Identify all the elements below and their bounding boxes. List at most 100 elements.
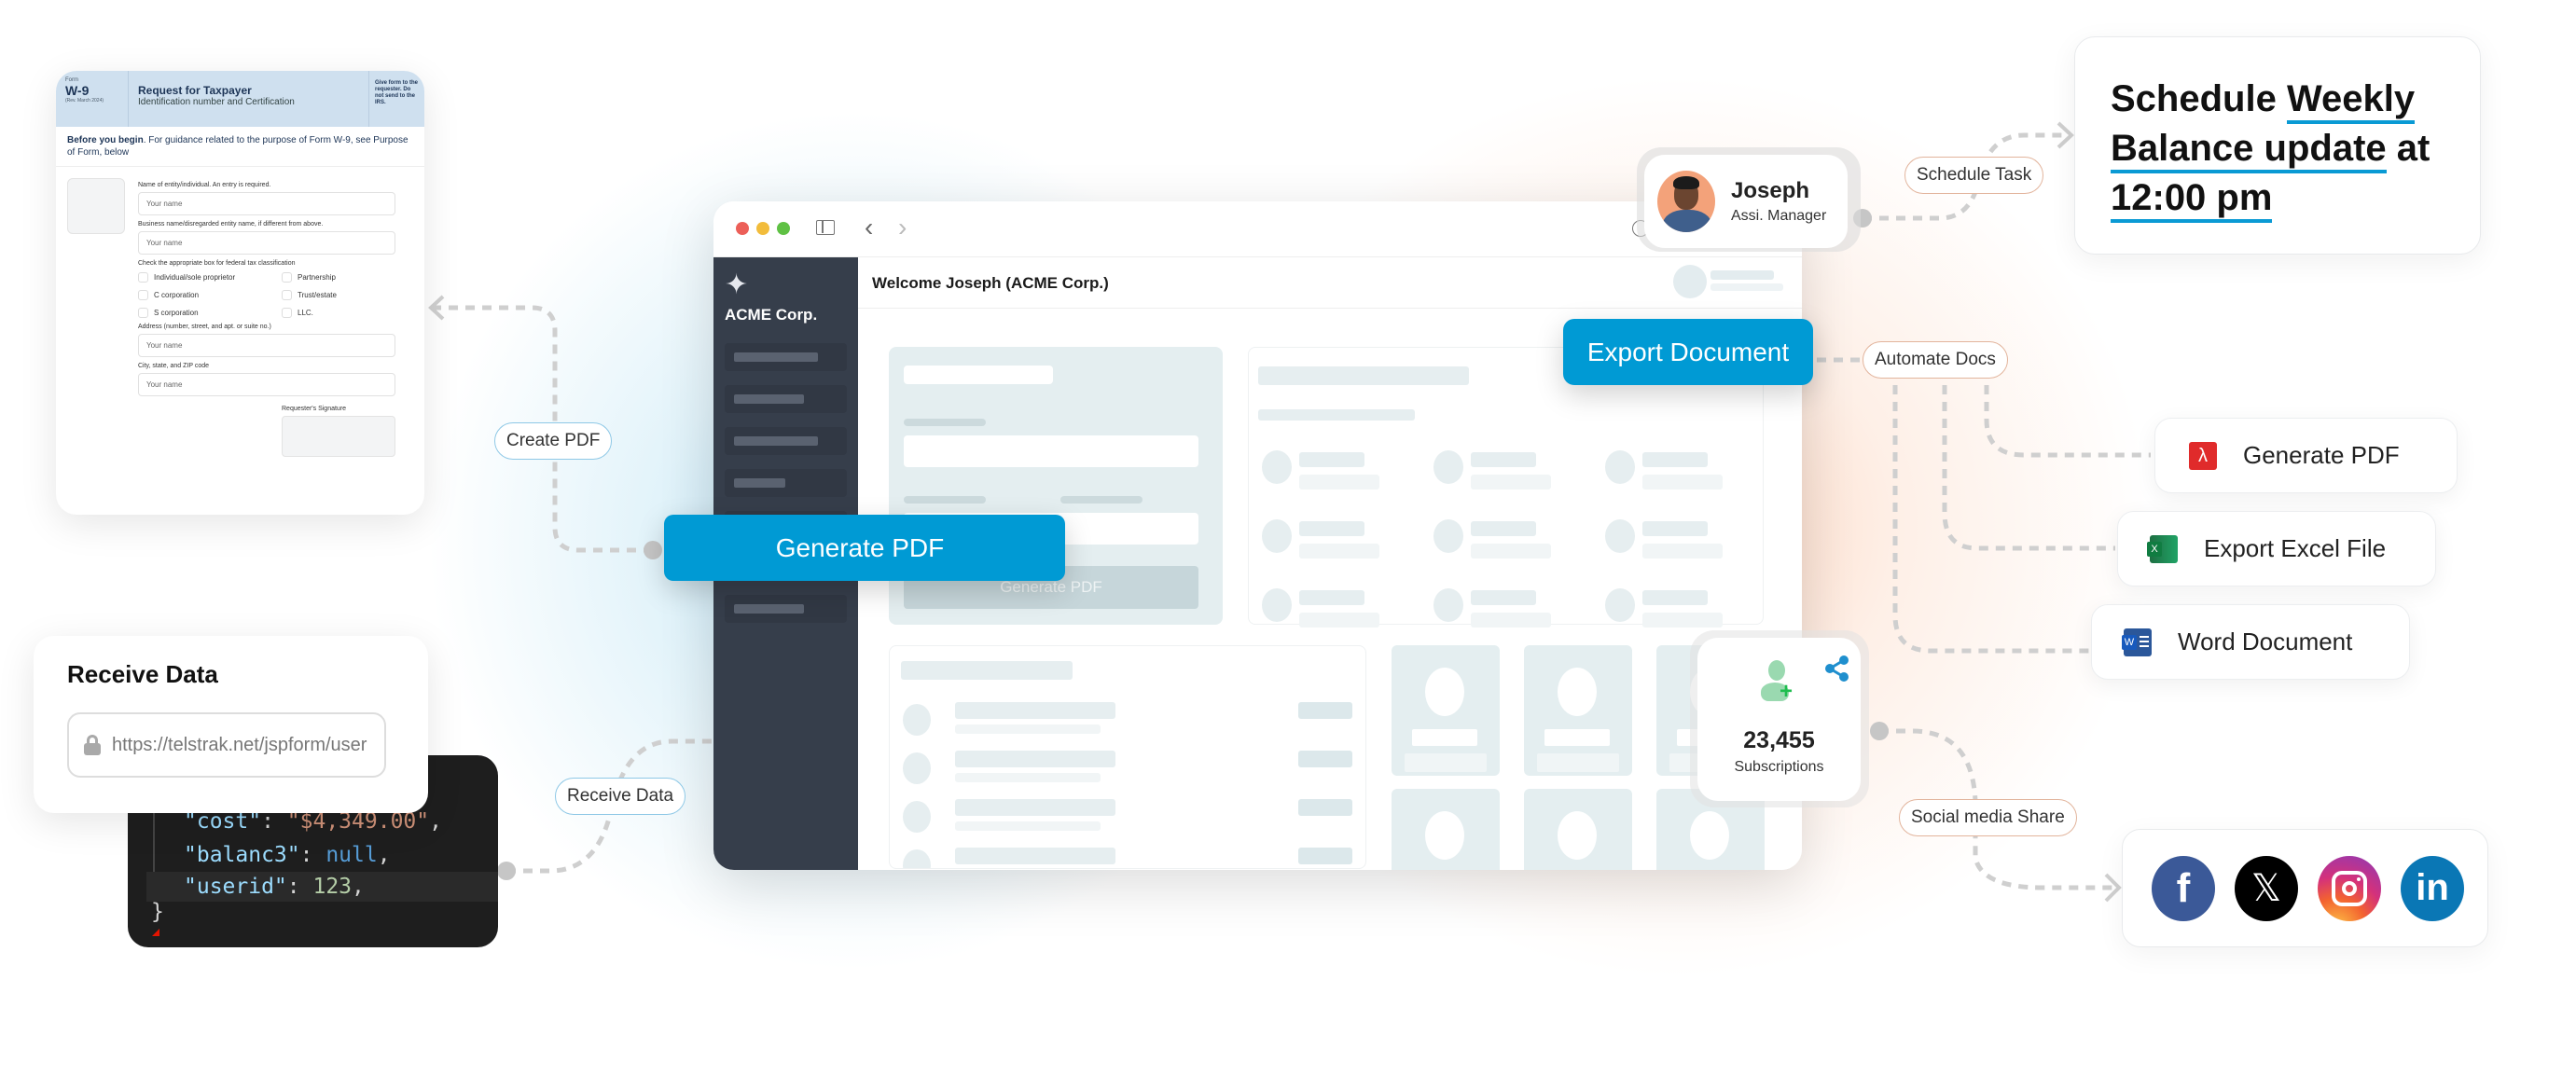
sidebar-item[interactable] <box>725 385 847 413</box>
forward-arrow-icon[interactable]: › <box>898 213 907 242</box>
placeholder-bar <box>901 661 1073 680</box>
w9-revision: (Rev. March 2024) <box>65 98 104 103</box>
w9-checkbox-trust[interactable]: Trust/estate <box>282 290 394 300</box>
x-twitter-icon[interactable]: 𝕏 <box>2235 855 2298 921</box>
checkbox[interactable] <box>282 272 292 283</box>
profile-tile-placeholder <box>1524 645 1632 776</box>
placeholder-bar <box>1299 613 1379 628</box>
action-generate-pdf[interactable]: λ Generate PDF <box>2154 418 2458 493</box>
w9-before-begin-bold: Before you begin <box>67 135 144 145</box>
placeholder-avatar <box>1433 519 1463 553</box>
checkbox[interactable] <box>282 290 292 300</box>
w9-checkbox-partnership[interactable]: Partnership <box>282 272 394 283</box>
w9-before-begin: Before you begin. For guidance related t… <box>56 127 424 167</box>
close-window-button[interactable] <box>736 222 749 235</box>
w9-city-input[interactable]: Your name <box>138 373 395 396</box>
share-icon[interactable] <box>1824 655 1850 683</box>
w9-address-input[interactable]: Your name <box>138 334 395 357</box>
placeholder-bar <box>955 848 1115 864</box>
placeholder-bar <box>904 496 986 504</box>
word-icon: W <box>2122 628 2152 656</box>
form-panel-placeholder: Generate PDF <box>889 347 1223 625</box>
w9-form-number: W-9 <box>65 83 90 98</box>
code-value: null <box>325 843 378 867</box>
header-placeholder-bar <box>1710 283 1783 291</box>
schedule-word: Schedule <box>2111 78 2277 119</box>
placeholder-bar <box>1471 521 1536 536</box>
action-label: Word Document <box>2178 628 2353 655</box>
w9-name-input[interactable]: Your name <box>138 192 395 215</box>
placeholder-avatar <box>903 801 931 833</box>
facebook-icon[interactable]: f <box>2152 855 2215 921</box>
avatar <box>1657 171 1715 232</box>
placeholder-avatar <box>1433 450 1463 484</box>
placeholder-bar <box>1258 409 1415 421</box>
receive-data-card: Receive Data https://telstrak.net/jspfor… <box>34 636 428 813</box>
export-document-button[interactable]: Export Document <box>1563 319 1813 385</box>
sidebar-item[interactable] <box>725 595 847 623</box>
placeholder-bar <box>1642 544 1723 559</box>
w9-checkbox-llc[interactable]: LLC. <box>282 308 394 318</box>
sidebar-item[interactable] <box>725 343 847 371</box>
table-panel-placeholder <box>889 645 1366 869</box>
placeholder-bar <box>1298 751 1352 767</box>
maximize-window-button[interactable] <box>777 222 790 235</box>
schedule-time: 12:00 pm <box>2111 177 2273 223</box>
checkbox-label: LLC. <box>298 309 313 317</box>
sidebar-item[interactable] <box>725 469 847 497</box>
checkbox-label: Trust/estate <box>298 291 337 299</box>
profile-tile-placeholder <box>1392 789 1500 870</box>
checkbox[interactable] <box>138 290 148 300</box>
placeholder-avatar <box>903 849 931 868</box>
pill-create-pdf: Create PDF <box>494 422 613 460</box>
sidebar-item[interactable] <box>725 427 847 455</box>
placeholder-bar <box>1299 544 1379 559</box>
action-export-excel[interactable]: X Export Excel File <box>2117 511 2436 586</box>
placeholder-avatar <box>1262 588 1292 622</box>
checkbox[interactable] <box>138 272 148 283</box>
generate-pdf-button[interactable]: Generate PDF <box>664 515 1065 581</box>
linkedin-icon[interactable]: in <box>2401 855 2464 921</box>
instagram-icon[interactable] <box>2318 855 2381 921</box>
checkbox-label: Partnership <box>298 273 336 282</box>
action-word-document[interactable]: W Word Document <box>2091 604 2410 680</box>
header-placeholder-bar <box>1710 270 1774 280</box>
checkbox[interactable] <box>138 308 148 318</box>
user-card[interactable]: Joseph Assi. Manager <box>1637 147 1861 252</box>
placeholder-avatar <box>1605 450 1635 484</box>
placeholder-bar <box>955 799 1115 816</box>
sidebar-toggle-icon[interactable] <box>816 220 835 235</box>
url-input[interactable]: https://telstrak.net/jspform/user <box>67 712 386 778</box>
w9-checkbox-individual[interactable]: Individual/sole proprietor <box>138 272 282 283</box>
w9-field-label: Business name/disregarded entity name, i… <box>138 221 324 228</box>
w9-business-name-input[interactable]: Your name <box>138 231 395 255</box>
placeholder-bar <box>1258 366 1469 385</box>
excel-icon: X <box>2147 534 2178 563</box>
w9-classification-label: Check the appropriate box for federal ta… <box>138 260 296 267</box>
subscriptions-label: Subscriptions <box>1734 759 1824 775</box>
placeholder-bar <box>955 821 1101 831</box>
placeholder-input <box>904 435 1198 467</box>
receive-data-title: Receive Data <box>67 660 218 688</box>
w9-checkbox-c-corp[interactable]: C corporation <box>138 290 282 300</box>
w9-signature-box[interactable] <box>282 416 395 457</box>
pill-receive-data: Receive Data <box>555 778 686 815</box>
placeholder-bar <box>1298 702 1352 719</box>
action-label: Export Excel File <box>2204 534 2387 562</box>
schedule-word: at <box>2396 128 2431 169</box>
checkbox[interactable] <box>282 308 292 318</box>
schedule-card: Schedule Weekly Balance update at 12:00 … <box>2074 36 2481 255</box>
w9-field-label: City, state, and ZIP code <box>138 363 210 369</box>
placeholder-bar <box>904 366 1053 384</box>
w9-side-note: Give form to the requester. Do not send … <box>368 71 424 127</box>
placeholder-bar <box>955 702 1115 719</box>
placeholder-bar <box>1060 496 1143 504</box>
back-arrow-icon[interactable]: ‹ <box>865 213 873 242</box>
w9-header: Form W-9 (Rev. March 2024) Request for T… <box>56 71 424 127</box>
user-name: Joseph <box>1731 178 1810 203</box>
code-closing-brace: } <box>151 900 164 924</box>
placeholder-avatar <box>1262 519 1292 553</box>
subscriptions-count: 23,455 <box>1743 727 1815 753</box>
w9-checkbox-s-corp[interactable]: S corporation <box>138 308 282 318</box>
minimize-window-button[interactable] <box>756 222 769 235</box>
